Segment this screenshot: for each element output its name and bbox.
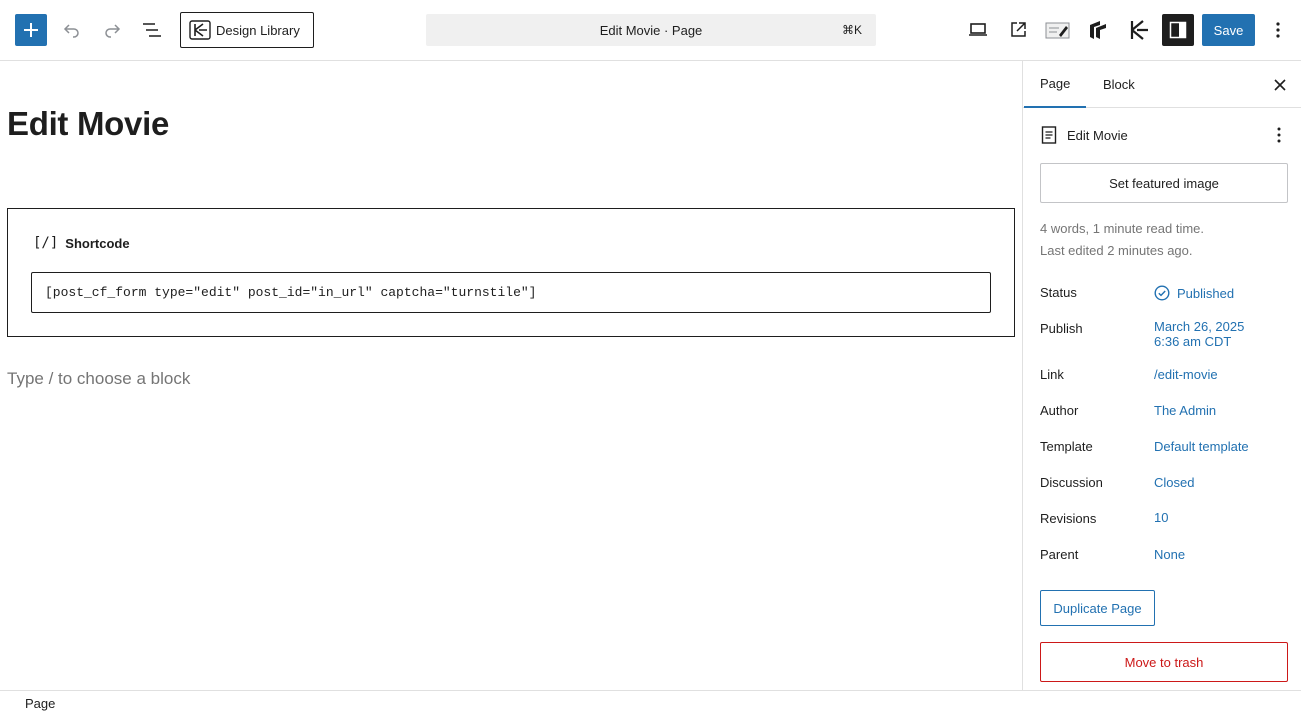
command-palette-button[interactable]: Edit Movie · Page ⌘K: [426, 14, 876, 46]
tab-block[interactable]: Block: [1087, 61, 1151, 108]
design-library-button[interactable]: Design Library: [180, 12, 314, 48]
read-time-text: 4 words, 1 minute read time.: [1040, 221, 1205, 236]
author-value[interactable]: The Admin: [1154, 403, 1216, 418]
status-label: Status: [1040, 285, 1077, 300]
block-inserter-button[interactable]: [15, 14, 47, 46]
kadence-k-icon: [1130, 20, 1148, 40]
duplicate-page-button[interactable]: Duplicate Page: [1040, 590, 1155, 626]
template-label: Template: [1040, 439, 1093, 454]
shortcode-block-label: [/] Shortcode: [33, 235, 130, 251]
vertical-ellipsis-icon: [1277, 127, 1281, 143]
discussion-label: Discussion: [1040, 475, 1103, 490]
publish-label: Publish: [1040, 321, 1083, 336]
status-value[interactable]: Published: [1154, 285, 1234, 301]
preview-button[interactable]: [964, 16, 992, 44]
settings-sidebar-toggle[interactable]: [1162, 14, 1194, 46]
publish-date-button[interactable]: March 26, 2025 6:36 am CDT: [1154, 319, 1244, 349]
last-edited-text: Last edited 2 minutes ago.: [1040, 243, 1193, 258]
view-page-button[interactable]: [1004, 16, 1032, 44]
settings-sidebar: Page Block Edit Movie Set featured image…: [1022, 61, 1301, 690]
sidebar-toggle-icon: [1169, 21, 1187, 39]
set-featured-image-button[interactable]: Set featured image: [1040, 163, 1288, 203]
page-icon: [1041, 126, 1057, 144]
document-title: Edit Movie: [1067, 127, 1128, 143]
list-view-icon: [143, 23, 161, 37]
undo-icon: [63, 24, 79, 38]
redo-icon: [105, 24, 121, 38]
laptop-icon: [969, 23, 987, 36]
revisions-value[interactable]: 10: [1154, 510, 1168, 525]
template-value[interactable]: Default template: [1154, 439, 1249, 454]
kadence-toolbar-button[interactable]: [1124, 16, 1152, 44]
external-link-icon: [1011, 22, 1026, 37]
published-check-icon: [1154, 285, 1170, 301]
breadcrumb-item[interactable]: Page: [25, 696, 55, 711]
plus-icon: [24, 23, 38, 37]
save-button[interactable]: Save: [1202, 14, 1255, 46]
document-summary-header: Edit Movie: [1041, 123, 1291, 147]
publish-date: March 26, 2025: [1154, 319, 1245, 334]
parent-label: Parent: [1040, 547, 1079, 562]
discussion-value[interactable]: Closed: [1154, 475, 1194, 490]
list-view-button[interactable]: [138, 16, 166, 44]
design-library-label: Design Library: [216, 22, 300, 38]
author-label: Author: [1040, 403, 1079, 418]
close-icon: [1274, 79, 1286, 91]
plugin-toolbar-button-2[interactable]: [1084, 16, 1112, 44]
status-value-text: Published: [1177, 285, 1235, 301]
layers-logo-icon: [1090, 21, 1106, 39]
shortcode-input[interactable]: [post_cf_form type="edit" post_id="in_ur…: [31, 272, 991, 313]
link-label: Link: [1040, 367, 1064, 382]
sidebar-tabs: Page Block: [1023, 61, 1301, 108]
link-value[interactable]: /edit-movie: [1154, 367, 1218, 382]
block-breadcrumb-bar: Page: [0, 690, 1301, 714]
redo-button[interactable]: [98, 16, 126, 44]
page-title[interactable]: Edit Movie: [7, 105, 169, 143]
move-to-trash-button[interactable]: Move to trash: [1040, 642, 1288, 682]
editor-canvas: Edit Movie [/] Shortcode [post_cf_form t…: [0, 61, 1022, 690]
notepad-icon: [1045, 22, 1070, 39]
close-sidebar-button[interactable]: [1268, 73, 1292, 97]
tab-page[interactable]: Page: [1024, 61, 1087, 108]
undo-button[interactable]: [58, 16, 86, 44]
parent-value[interactable]: None: [1154, 547, 1185, 562]
kadence-logo-icon: [189, 20, 211, 40]
plugin-toolbar-button-1[interactable]: [1044, 16, 1072, 44]
vertical-ellipsis-icon: [1276, 22, 1280, 38]
publish-time: 6:36 am CDT: [1154, 334, 1232, 349]
shortcode-block[interactable]: [/] Shortcode [post_cf_form type="edit" …: [7, 208, 1015, 337]
document-title-bar: Edit Movie · Page: [599, 22, 703, 38]
editor-toolbar: Design Library Edit Movie · Page ⌘K Save: [0, 0, 1301, 61]
shortcode-icon: [/]: [33, 235, 59, 251]
command-shortcut: ⌘K: [841, 23, 862, 37]
default-block-appender[interactable]: Type / to choose a block: [7, 369, 190, 389]
publish-row: Publish March 26, 2025 6:36 am CDT: [1040, 319, 1290, 353]
options-menu-button[interactable]: [1264, 16, 1292, 44]
shortcode-label-text: Shortcode: [65, 235, 130, 251]
revisions-label: Revisions: [1040, 511, 1097, 526]
document-actions-button[interactable]: [1269, 125, 1289, 145]
